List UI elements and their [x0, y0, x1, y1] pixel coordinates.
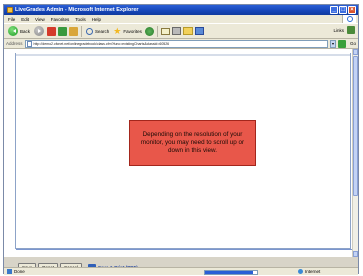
- menu-help[interactable]: Help: [92, 17, 101, 22]
- search-label: Search: [95, 28, 110, 34]
- ie-logo-icon: [342, 15, 356, 23]
- status-progress: [204, 270, 258, 275]
- browser-window: LiveGrades Admin - Microsoft Internet Ex…: [3, 4, 359, 275]
- page-content: Depending on the resolution of your moni…: [4, 49, 358, 272]
- page-done-icon: [7, 269, 12, 274]
- menu-file[interactable]: File: [8, 17, 15, 22]
- maximize-button[interactable]: □: [339, 6, 347, 14]
- close-button[interactable]: ×: [348, 6, 356, 14]
- go-arrow-icon[interactable]: [337, 39, 346, 48]
- address-bar: Address http://demo2.cfcnet.net/onlinegr…: [4, 39, 358, 49]
- forward-arrow-icon: [34, 26, 45, 36]
- menu-edit[interactable]: Edit: [21, 17, 29, 22]
- toolbar-separator: [81, 25, 83, 37]
- window-controls: _ □ ×: [330, 6, 356, 14]
- links-label[interactable]: Links: [333, 28, 344, 33]
- favorites-label: Favorites: [123, 28, 142, 34]
- status-progress-fill: [205, 271, 253, 274]
- search-button[interactable]: Search: [85, 25, 110, 37]
- search-icon: [86, 27, 94, 35]
- title-bar: LiveGrades Admin - Microsoft Internet Ex…: [4, 5, 358, 15]
- back-arrow-icon: [8, 26, 18, 36]
- status-bar: Done Internet: [4, 267, 358, 275]
- home-icon[interactable]: [69, 26, 79, 36]
- menu-view[interactable]: View: [35, 17, 45, 22]
- messenger-icon[interactable]: [194, 27, 204, 35]
- page-icon: [26, 40, 32, 47]
- app-icon: [7, 7, 13, 13]
- minimize-button[interactable]: _: [330, 6, 338, 14]
- forward-button[interactable]: [33, 25, 45, 37]
- refresh-icon[interactable]: [58, 26, 68, 36]
- scroll-up-button[interactable]: [353, 49, 358, 55]
- go-button[interactable]: Go: [350, 41, 356, 46]
- scroll-notice: Depending on the resolution of your moni…: [129, 120, 256, 166]
- vertical-scrollbar[interactable]: [352, 49, 358, 257]
- toolbar: Back Search ★ Favorites Links: [4, 23, 358, 39]
- print-icon[interactable]: [171, 27, 181, 35]
- mail-icon[interactable]: [160, 27, 170, 35]
- stop-icon[interactable]: [47, 26, 57, 36]
- toolbar-right: Links: [333, 26, 355, 34]
- back-button[interactable]: Back: [7, 25, 31, 37]
- scroll-thumb[interactable]: [353, 56, 358, 196]
- address-label: Address: [6, 41, 23, 46]
- star-icon: ★: [113, 25, 122, 36]
- address-url: http://demo2.cfcnet.net/onlinegradebook/…: [33, 41, 170, 46]
- scroll-down-button[interactable]: [353, 251, 358, 257]
- zone-label: Internet: [305, 269, 321, 274]
- chart-edge-line: [16, 249, 356, 250]
- menu-bar: File Edit View Favorites Tools Help: [4, 15, 358, 23]
- toolbar-separator: [156, 25, 158, 37]
- window-title: LiveGrades Admin - Microsoft Internet Ex…: [15, 7, 139, 13]
- globe-icon: [298, 269, 303, 274]
- folder-icon[interactable]: [182, 27, 193, 35]
- favorites-button[interactable]: ★ Favorites: [112, 25, 143, 37]
- address-input[interactable]: http://demo2.cfcnet.net/onlinegradebook/…: [24, 39, 328, 48]
- status-text: Done: [14, 269, 25, 274]
- links-icon[interactable]: [347, 26, 355, 34]
- menu-tools[interactable]: Tools: [75, 17, 86, 22]
- address-dropdown-icon[interactable]: ▾: [329, 39, 336, 48]
- history-icon[interactable]: [144, 26, 154, 36]
- scroll-notice-text: Depending on the resolution of your moni…: [140, 130, 245, 155]
- back-label: Back: [20, 28, 31, 34]
- security-zone: Internet: [298, 268, 320, 275]
- menu-favorites[interactable]: Favorites: [51, 17, 70, 22]
